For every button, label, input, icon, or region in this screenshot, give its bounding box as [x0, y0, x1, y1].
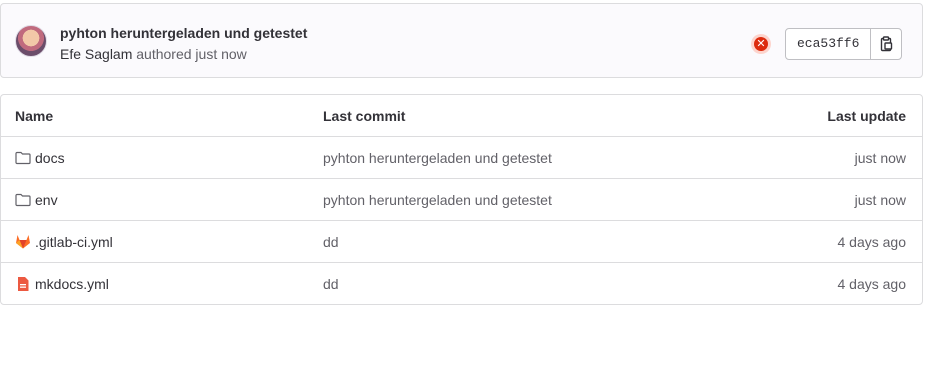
author-avatar[interactable] — [15, 25, 47, 57]
copy-to-clipboard-icon — [881, 36, 893, 52]
commit-author[interactable]: Efe Saglam — [60, 46, 132, 62]
commit-sha-group: eca53ff6 — [785, 28, 903, 60]
pipeline-failed-icon[interactable]: ✕ — [751, 34, 771, 54]
commit-message-link[interactable]: pyhton heruntergeladen und getestet — [323, 179, 552, 220]
file-name-cell: .gitlab-ci.yml — [15, 221, 113, 262]
file-link[interactable]: .gitlab-ci.yml — [35, 234, 113, 250]
header-name: Name — [15, 107, 54, 124]
commit-message-link[interactable]: pyhton heruntergeladen und getestet — [323, 137, 552, 178]
file-link[interactable]: docs — [35, 150, 65, 166]
commit-authored-text: authored just now — [136, 46, 247, 62]
file-icon — [15, 276, 31, 292]
folder-icon — [15, 150, 31, 166]
last-update-time: 4 days ago — [837, 276, 907, 292]
file-link[interactable]: mkdocs.yml — [35, 276, 109, 292]
last-update-time: just now — [854, 191, 906, 208]
copy-sha-button[interactable] — [871, 29, 901, 59]
header-last-commit: Last commit — [323, 107, 406, 124]
last-update-time: 4 days ago — [837, 233, 907, 250]
table-header: Name Last commit Last update — [1, 95, 922, 137]
gitlab-icon — [15, 234, 31, 250]
last-update-time: just now — [854, 149, 906, 166]
file-name-cell: docs — [15, 137, 65, 178]
header-last-update: Last update — [827, 107, 906, 124]
failed-x-icon: ✕ — [754, 37, 768, 51]
commit-meta: Efe Saglam authored just now — [60, 46, 247, 62]
folder-icon — [15, 192, 31, 208]
table-row[interactable]: .gitlab-ci.yml dd 4 days ago — [1, 221, 922, 263]
repository-file-table: Name Last commit Last update docs pyhton… — [0, 94, 923, 305]
commit-message-link[interactable]: dd — [323, 221, 339, 262]
file-name-cell: env — [15, 179, 58, 220]
table-row[interactable]: env pyhton heruntergeladen und getestet … — [1, 179, 922, 221]
commit-message-link[interactable]: dd — [323, 263, 339, 304]
last-commit-panel: pyhton heruntergeladen und getestet Efe … — [0, 3, 923, 78]
file-link[interactable]: env — [35, 192, 58, 208]
table-row[interactable]: docs pyhton heruntergeladen und getestet… — [1, 137, 922, 179]
commit-title[interactable]: pyhton heruntergeladen und getestet — [60, 25, 307, 41]
commit-sha[interactable]: eca53ff6 — [786, 29, 872, 59]
file-name-cell: mkdocs.yml — [15, 263, 109, 304]
table-row[interactable]: mkdocs.yml dd 4 days ago — [1, 263, 922, 304]
